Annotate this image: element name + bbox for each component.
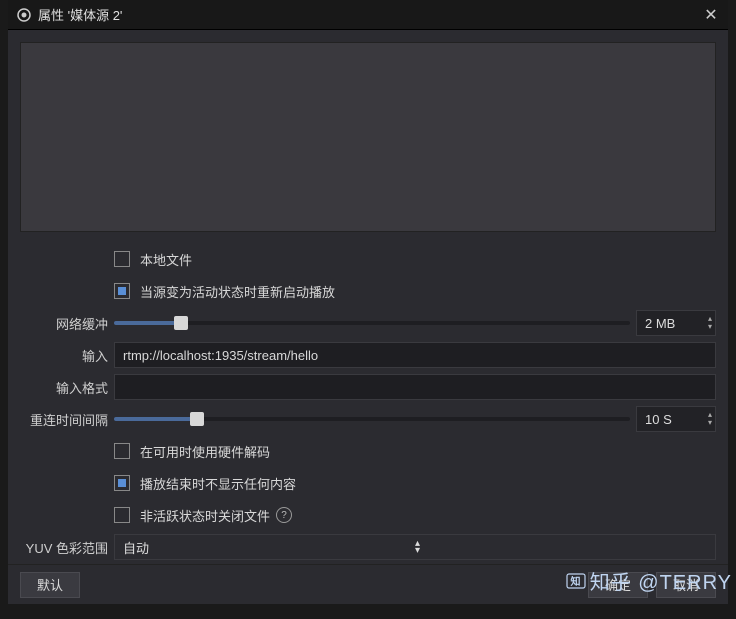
network-buffer-label: 网络缓冲 — [20, 314, 114, 333]
restart-on-active-label: 当源变为活动状态时重新启动播放 — [140, 282, 335, 301]
close-icon[interactable]: ✕ — [702, 6, 720, 24]
reconnect-spin[interactable]: 10 S ▴▾ — [636, 406, 716, 432]
network-buffer-value: 2 MB — [637, 316, 697, 331]
titlebar: 属性 '媒体源 2' ✕ — [8, 0, 728, 30]
network-buffer-spin[interactable]: 2 MB ▴▾ — [636, 310, 716, 336]
input-format-label: 输入格式 — [20, 378, 114, 397]
cancel-button[interactable]: 取消 — [656, 572, 716, 598]
input-url-field[interactable] — [114, 342, 716, 368]
close-inactive-checkbox[interactable] — [114, 507, 130, 523]
preview-area — [20, 42, 716, 232]
hide-on-end-label: 播放结束时不显示任何内容 — [140, 474, 296, 493]
local-file-checkbox[interactable] — [114, 251, 130, 267]
ok-button[interactable]: 确定 — [588, 572, 648, 598]
yuv-label: YUV 色彩范围 — [20, 538, 114, 557]
hw-decode-label: 在可用时使用硬件解码 — [140, 442, 270, 461]
yuv-value: 自动 — [123, 538, 415, 557]
help-icon[interactable]: ? — [276, 507, 292, 523]
input-label: 输入 — [20, 346, 114, 365]
network-buffer-slider[interactable] — [114, 321, 630, 325]
dialog-title: 属性 '媒体源 2' — [38, 5, 702, 24]
defaults-button[interactable]: 默认 — [20, 572, 80, 598]
chevron-updown-icon: ▴▾ — [415, 540, 707, 554]
yuv-select[interactable]: 自动 ▴▾ — [114, 534, 716, 560]
reconnect-label: 重连时间间隔 — [20, 410, 114, 429]
hw-decode-checkbox[interactable] — [114, 443, 130, 459]
dialog-footer: 默认 确定 取消 — [8, 564, 728, 604]
input-format-field[interactable] — [114, 374, 716, 400]
obs-icon — [16, 7, 32, 23]
restart-on-active-checkbox[interactable] — [114, 283, 130, 299]
local-file-label: 本地文件 — [140, 250, 192, 269]
hide-on-end-checkbox[interactable] — [114, 475, 130, 491]
reconnect-slider[interactable] — [114, 417, 630, 421]
properties-dialog: 属性 '媒体源 2' ✕ 本地文件 当源变为活动状态时重新启动播放 网络缓冲 2… — [8, 0, 728, 604]
close-inactive-label: 非活跃状态时关闭文件 — [140, 506, 270, 525]
form-area: 本地文件 当源变为活动状态时重新启动播放 网络缓冲 2 MB ▴▾ 输入 输入格… — [8, 232, 728, 564]
reconnect-value: 10 S — [637, 412, 697, 427]
chevron-down-icon[interactable]: ▾ — [700, 323, 712, 331]
chevron-down-icon[interactable]: ▾ — [700, 419, 712, 427]
